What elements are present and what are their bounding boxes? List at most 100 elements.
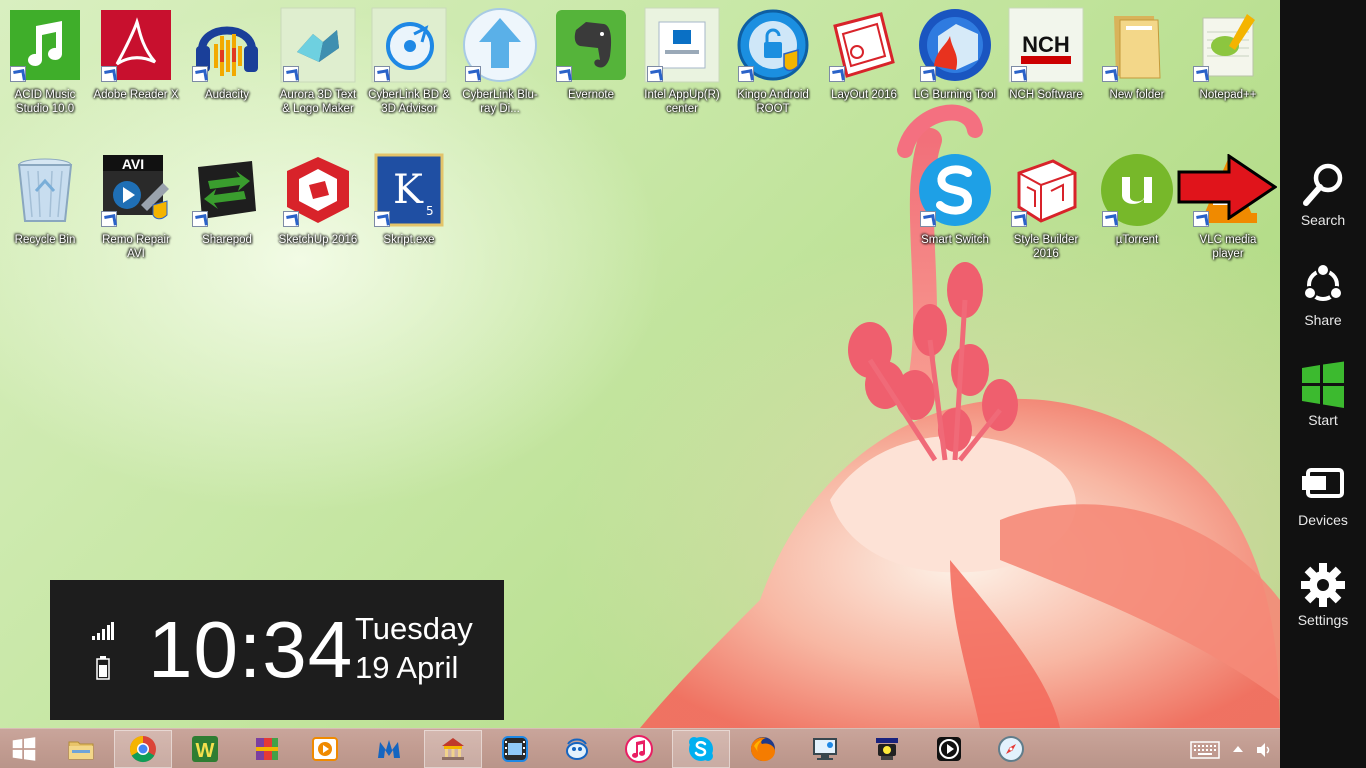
taskbar-app-itunes[interactable] — [610, 730, 668, 768]
desktop-icon-nch-software[interactable]: NCH NCH Software — [1003, 0, 1089, 130]
temple-icon — [442, 738, 464, 760]
chrome-icon — [129, 735, 156, 763]
desktop-icon-kingo-root[interactable]: Kingo Android ROOT — [730, 0, 816, 130]
icon-label: Style Builder 2016 — [1013, 234, 1079, 260]
icon-label: µTorrent — [1115, 234, 1159, 246]
icon-label: CyberLink BD & 3D Advisor — [368, 89, 450, 115]
desktop-icon-lg-burning-tool[interactable]: LG Burning Tool — [912, 0, 998, 130]
charm-label: Search — [1300, 212, 1346, 228]
taskbar-app-chrome[interactable] — [114, 730, 172, 768]
desktop-icon-cyberlink-bluray[interactable]: CyberLink Blu-ray Di... — [457, 0, 543, 130]
volume-icon[interactable] — [1255, 741, 1273, 759]
desktop-icon-cyberlink-advisor[interactable]: CyberLink BD & 3D Advisor — [366, 0, 452, 130]
bird-icon — [566, 738, 588, 760]
charm-label: Share — [1304, 312, 1342, 328]
desktop-icon-intel-appup[interactable]: Intel AppUp(R) center — [639, 0, 725, 130]
start-button[interactable] — [0, 730, 48, 768]
taskbar-app-hypercam[interactable] — [858, 730, 916, 768]
taskbar: W — [0, 728, 1280, 768]
charm-share[interactable]: Share — [1280, 255, 1366, 345]
charms-bar: Search Share Start Devices Settings — [1280, 0, 1366, 768]
desktop-icon-aurora-3d[interactable]: Aurora 3D Text & Logo Maker — [275, 0, 361, 130]
taskbar-app-media-player[interactable] — [296, 730, 354, 768]
charm-start[interactable]: Start — [1280, 355, 1366, 445]
svg-text:K: K — [393, 167, 424, 213]
icon-label: LayOut 2016 — [831, 89, 897, 101]
taskbar-app-temple[interactable] — [424, 730, 482, 768]
clock-overlay: 10:34 Tuesday 19 April — [50, 580, 504, 720]
compass-icon — [998, 736, 1024, 762]
taskbar-app-firefox[interactable] — [734, 730, 792, 768]
folder-icon — [68, 741, 94, 760]
icon-label: CyberLink Blu-ray Di... — [462, 89, 538, 115]
svg-text:AVI: AVI — [122, 156, 144, 172]
charm-search[interactable]: Search — [1280, 155, 1366, 245]
desktop-icon-notepad-plus[interactable]: Notepad++ — [1185, 0, 1271, 130]
red-arrow-annotation — [1177, 154, 1277, 220]
taskbar-app-safari[interactable] — [982, 730, 1040, 768]
w-letter-icon: W — [192, 736, 218, 762]
search-icon — [1303, 163, 1343, 206]
taskbar-app-skype[interactable] — [672, 730, 730, 768]
desktop-icon-sketchup[interactable]: SketchUp 2016 — [275, 145, 361, 275]
recycle-bin-icon — [17, 158, 73, 222]
desktop-icon-layout[interactable]: LayOut 2016 — [821, 0, 907, 130]
icon-label: Aurora 3D Text & Logo Maker — [279, 89, 357, 115]
svg-text:W: W — [196, 740, 215, 762]
taskbar-app-file-explorer[interactable] — [52, 730, 110, 768]
icon-label: Notepad++ — [1199, 89, 1257, 101]
icon-label: Evernote — [567, 89, 615, 101]
desktop-icon-audacity[interactable]: Audacity — [184, 0, 270, 130]
taskbar-app-media-player-2[interactable] — [920, 730, 978, 768]
desktop[interactable]: ACID Music Studio 10.0 Adobe Reader X Au… — [0, 0, 1280, 728]
camera-icon — [876, 738, 898, 760]
clock-day: Tuesday — [355, 611, 473, 646]
desktop-icon-recycle-bin[interactable]: Recycle Bin — [2, 145, 88, 275]
icon-label: Recycle Bin — [14, 234, 76, 246]
devices-icon — [1302, 468, 1344, 498]
taskbar-app-chat[interactable] — [548, 730, 606, 768]
share-icon — [1303, 263, 1343, 301]
windows-logo-icon — [12, 737, 36, 761]
desktop-icon-acid-music-studio[interactable]: ACID Music Studio 10.0 — [2, 0, 88, 130]
taskbar-app-remote-desktop[interactable] — [796, 730, 854, 768]
taskbar-app-winrar[interactable] — [238, 730, 296, 768]
desktop-icon-skript[interactable]: K5 Skript.exe — [366, 145, 452, 275]
skype-icon — [689, 737, 713, 761]
desktop-icon-smart-switch[interactable]: Smart Switch — [912, 145, 998, 275]
signal-strength-icon — [92, 622, 114, 640]
clock-time: 10:34 — [148, 605, 354, 694]
windows-logo-icon — [1302, 361, 1344, 408]
desktop-icon-utorrent[interactable]: µTorrent — [1094, 145, 1180, 275]
desktop-icon-style-builder[interactable]: Style Builder 2016 — [1003, 145, 1089, 275]
malwarebytes-icon — [378, 740, 400, 758]
svg-text:5: 5 — [426, 204, 434, 218]
desktop-icon-new-folder[interactable]: New folder — [1094, 0, 1180, 130]
icon-label: NCH Software — [1009, 89, 1083, 101]
icon-label: LG Burning Tool — [913, 89, 997, 101]
icon-label: ACID Music Studio 10.0 — [14, 89, 76, 115]
svg-text:NCH: NCH — [1022, 32, 1070, 57]
icon-label: VLC media player — [1199, 234, 1257, 260]
charm-settings[interactable]: Settings — [1280, 555, 1366, 645]
taskbar-app-malwarebytes[interactable] — [360, 730, 418, 768]
icon-label: Smart Switch — [921, 234, 989, 246]
taskbar-app-wordweb[interactable]: W — [176, 730, 234, 768]
play-window-icon — [312, 737, 338, 761]
show-hidden-icons-chevron-icon[interactable] — [1233, 745, 1243, 753]
icon-label: Audacity — [204, 89, 250, 101]
monitor-icon — [813, 738, 837, 760]
touch-keyboard-icon[interactable] — [1190, 741, 1220, 759]
desktop-icon-evernote[interactable]: Evernote — [548, 0, 634, 130]
desktop-icon-remo-repair-avi[interactable]: AVI Remo Repair AVI — [93, 145, 179, 275]
charm-label: Settings — [1297, 612, 1349, 628]
taskbar-app-video-editor[interactable] — [486, 730, 544, 768]
icon-label: Skript.exe — [383, 234, 435, 246]
film-icon — [502, 736, 528, 762]
play-circle-icon — [937, 737, 961, 761]
charm-devices[interactable]: Devices — [1280, 455, 1366, 545]
archive-icon — [256, 738, 278, 760]
charm-label: Start — [1308, 412, 1338, 428]
desktop-icon-adobe-reader[interactable]: Adobe Reader X — [93, 0, 179, 130]
desktop-icon-sharepod[interactable]: Sharepod — [184, 145, 270, 275]
